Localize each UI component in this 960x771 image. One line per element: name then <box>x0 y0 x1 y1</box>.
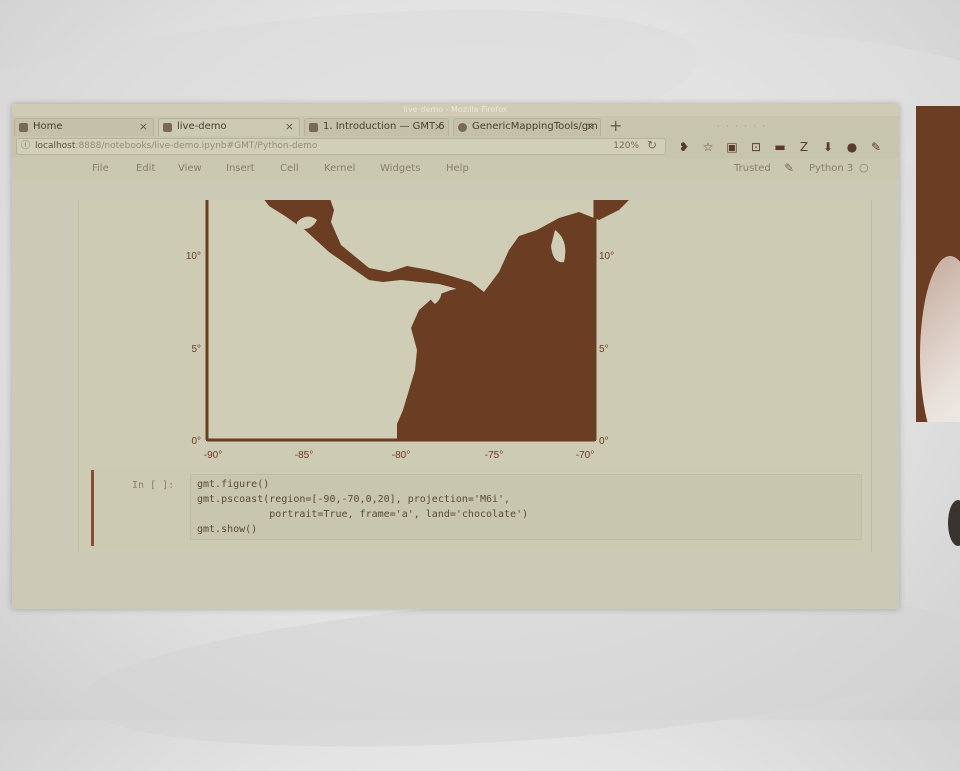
x-tick-label: -75° <box>485 450 503 461</box>
notebook-area: 10° 5° 0° 10° 5° 0° -90° -85° -80° -75° … <box>78 200 872 552</box>
tab-home[interactable]: Home × <box>14 118 154 136</box>
cell-prompt: In [ ]: <box>132 480 175 491</box>
y-tick-label: 5° <box>191 344 201 355</box>
browser-window: live-demo - Mozilla Firefox Home × live-… <box>12 104 899 609</box>
github-icon <box>458 123 467 132</box>
menu-insert[interactable]: Insert <box>226 163 255 174</box>
y-tick-label: 10° <box>186 251 201 262</box>
x-tick-label: -80° <box>392 450 410 461</box>
info-icon[interactable]: ⓘ <box>21 139 30 154</box>
side-blob <box>948 500 960 546</box>
new-tab-icon[interactable]: + <box>609 116 622 135</box>
y-tick-label: 10° <box>599 251 614 262</box>
url-host: localhost <box>35 141 76 151</box>
jupyter-icon <box>19 123 28 132</box>
x-tick-label: -90° <box>204 450 222 461</box>
tab-bar: Home × live-demo × 1. Introduction — GMT… <box>12 116 899 136</box>
screen-icon[interactable]: ▬ <box>773 138 787 156</box>
close-icon[interactable]: × <box>586 120 595 133</box>
tab-live-demo[interactable]: live-demo × <box>158 118 300 136</box>
download-icon[interactable]: ⬇ <box>821 138 835 156</box>
jupyter-icon <box>163 123 172 132</box>
menu-edit[interactable]: Edit <box>136 163 155 174</box>
pencil-icon[interactable]: ✎ <box>784 161 794 175</box>
code-line: portrait=True, frame='a', land='chocolat… <box>197 509 529 520</box>
tab-overflow-dots: · · · · · · <box>717 122 767 131</box>
edit-icon[interactable]: ✎ <box>869 138 883 156</box>
tab-introduction[interactable]: 1. Introduction — GMT 6 × <box>304 118 449 136</box>
addon-icon[interactable]: ● <box>845 138 859 156</box>
tab-label: GenericMappingTools/gm <box>472 121 598 132</box>
y-tick-label: 0° <box>599 436 609 447</box>
y-tick-label: 0° <box>191 436 201 447</box>
kernel-name[interactable]: Python 3 <box>809 163 853 174</box>
side-image-gradient <box>920 256 960 422</box>
close-icon[interactable]: × <box>434 120 443 133</box>
bookmark-star-icon[interactable]: ☆ <box>701 138 715 156</box>
tab-label: Home <box>33 121 63 132</box>
pocket-icon[interactable]: ❥ <box>677 138 691 156</box>
menu-kernel[interactable]: Kernel <box>324 163 355 174</box>
tab-label: live-demo <box>177 121 227 132</box>
map-output: 10° 5° 0° 10° 5° 0° -90° -85° -80° -75° … <box>186 200 629 461</box>
url-path: :8888/notebooks/live-demo.ipynb#GMT/Pyth… <box>75 141 318 151</box>
code-line: gmt.show() <box>197 524 258 535</box>
menu-file[interactable]: File <box>92 163 109 174</box>
toolbar-icons: ❥ ☆ ▣ ⊡ ▬ Z ⬇ ● ✎ <box>677 138 883 156</box>
code-editor[interactable]: gmt.figure() gmt.pscoast(region=[-90,-70… <box>190 474 862 540</box>
reload-icon[interactable]: ↻ <box>647 138 657 153</box>
lock-icon[interactable]: ⊡ <box>749 138 763 156</box>
y-tick-label: 5° <box>599 344 609 355</box>
menu-widgets[interactable]: Widgets <box>380 163 420 174</box>
close-icon[interactable]: × <box>139 120 148 133</box>
menu-view[interactable]: View <box>178 163 202 174</box>
clipboard-icon[interactable]: ▣ <box>725 138 739 156</box>
page-icon <box>309 123 318 132</box>
kernel-status-icon: ○ <box>859 161 869 174</box>
code-line: gmt.pscoast(region=[-90,-70,0,20], proje… <box>197 494 511 505</box>
x-tick-label: -70° <box>576 450 594 461</box>
url-bar[interactable]: ⓘ localhost:8888/notebooks/live-demo.ipy… <box>16 138 666 155</box>
trusted-indicator[interactable]: Trusted <box>734 163 771 174</box>
code-cell[interactable]: In [ ]: gmt.figure() gmt.pscoast(region=… <box>91 470 862 546</box>
tab-label: 1. Introduction — GMT 6 <box>323 121 445 132</box>
nav-bar: ⓘ localhost:8888/notebooks/live-demo.ipy… <box>12 136 899 158</box>
side-image-fragment <box>916 106 960 422</box>
x-tick-label: -85° <box>295 450 313 461</box>
tab-github[interactable]: GenericMappingTools/gm × <box>453 118 601 136</box>
menu-cell[interactable]: Cell <box>280 163 299 174</box>
zotero-icon[interactable]: Z <box>797 138 811 156</box>
code-line: gmt.figure() <box>197 479 270 490</box>
menu-help[interactable]: Help <box>446 163 469 174</box>
jupyter-menubar: File Edit View Insert Cell Kernel Widget… <box>12 158 899 180</box>
window-title: live-demo - Mozilla Firefox <box>12 104 899 116</box>
zoom-level[interactable]: 120% <box>613 139 639 154</box>
close-icon[interactable]: × <box>285 120 294 133</box>
